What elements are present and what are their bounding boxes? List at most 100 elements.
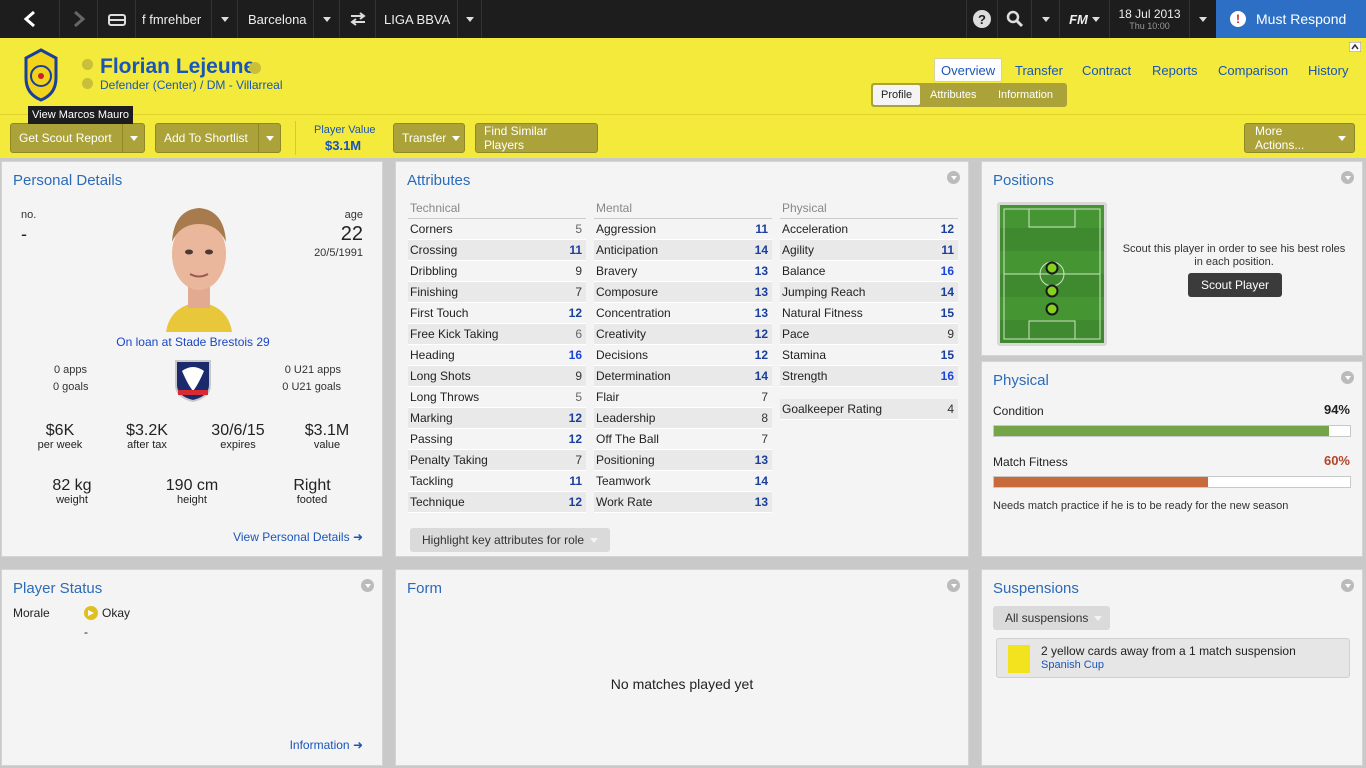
attribute-row[interactable]: Heading 16 <box>408 345 586 366</box>
scout-player-button[interactable]: Scout Player <box>1188 273 1282 297</box>
tab-transfer[interactable]: Transfer <box>1015 63 1063 78</box>
attribute-row[interactable]: First Touch 12 <box>408 303 586 324</box>
attribute-row[interactable]: Technique 12 <box>408 492 586 513</box>
attribute-row[interactable]: Long Shots 9 <box>408 366 586 387</box>
scout-report-dropdown[interactable] <box>122 124 144 152</box>
attribute-row[interactable]: Aggression 11 <box>594 219 772 240</box>
attribute-row[interactable]: Determination 14 <box>594 366 772 387</box>
attribute-row[interactable]: Penalty Taking 7 <box>408 450 586 471</box>
action-toolbar: Get Scout Report Add To Shortlist Player… <box>0 114 1366 158</box>
help-button[interactable]: ? <box>966 0 998 38</box>
attribute-row[interactable]: Jumping Reach 14 <box>780 282 958 303</box>
attribute-row[interactable]: Long Throws 5 <box>408 387 586 408</box>
scout-prompt: Scout this player in order to see his be… <box>1122 243 1346 268</box>
tab-contract[interactable]: Contract <box>1082 63 1131 78</box>
attribute-row[interactable]: Acceleration 12 <box>780 219 958 240</box>
attribute-row[interactable]: Tackling 11 <box>408 471 586 492</box>
attribute-row[interactable]: Decisions 12 <box>594 345 772 366</box>
club-dropdown[interactable] <box>314 0 340 38</box>
subtab-attributes[interactable]: Attributes <box>922 85 984 105</box>
panel-menu-button[interactable] <box>947 171 960 184</box>
attribute-value: 15 <box>940 348 954 362</box>
morale-okay-icon <box>84 606 98 620</box>
panel-menu-button[interactable] <box>1341 579 1354 592</box>
attribute-row[interactable]: Work Rate 13 <box>594 492 772 513</box>
date-display[interactable]: 18 Jul 2013 Thu 10:00 <box>1110 0 1190 38</box>
more-actions-button[interactable]: More Actions... <box>1244 123 1355 153</box>
collapse-icon[interactable] <box>1349 42 1361 52</box>
status-dot[interactable] <box>82 59 93 70</box>
chevron-down-icon <box>364 583 371 588</box>
suspensions-filter-dropdown[interactable]: All suspensions <box>993 606 1111 630</box>
competition-label: LIGA BBVA <box>384 11 451 27</box>
attribute-row[interactable]: Corners 5 <box>408 219 586 240</box>
loan-link[interactable]: On loan at Stade Brestois 29 <box>2 335 384 349</box>
player-name-dropdown[interactable] <box>249 62 261 74</box>
attribute-row[interactable]: Stamina 15 <box>780 345 958 366</box>
transfer-button[interactable]: Transfer <box>393 123 465 153</box>
attribute-row[interactable]: Creativity 12 <box>594 324 772 345</box>
panel-title: Player Status <box>13 580 103 597</box>
shortlist-dropdown[interactable] <box>258 124 280 152</box>
search-dropdown[interactable] <box>1032 0 1060 38</box>
panel-menu-button[interactable] <box>947 579 960 592</box>
find-similar-players-button[interactable]: Find Similar Players <box>475 123 598 153</box>
forward-button[interactable] <box>60 0 98 38</box>
tab-comparison[interactable]: Comparison <box>1218 63 1288 78</box>
add-to-shortlist-button[interactable]: Add To Shortlist <box>155 123 281 153</box>
suspension-item[interactable]: 2 yellow cards away from a 1 match suspe… <box>996 638 1350 678</box>
manager-profile-menu[interactable]: f fmrehber <box>136 0 212 38</box>
attribute-value: 12 <box>754 348 768 362</box>
search-button[interactable] <box>998 0 1032 38</box>
competition-dropdown[interactable] <box>458 0 482 38</box>
fm-menu[interactable]: FM <box>1060 0 1110 38</box>
view-personal-details-link[interactable]: View Personal Details ➜ <box>233 530 363 544</box>
attribute-row[interactable]: Strength 16 <box>780 366 958 387</box>
panel-menu-button[interactable] <box>361 579 374 592</box>
attribute-row[interactable]: Pace 9 <box>780 324 958 345</box>
mental-header: Mental <box>594 201 772 219</box>
subtab-information[interactable]: Information <box>990 85 1061 105</box>
switch-button[interactable] <box>340 0 376 38</box>
attribute-row[interactable]: Agility 11 <box>780 240 958 261</box>
attribute-row[interactable]: Crossing 11 <box>408 240 586 261</box>
attribute-row[interactable]: Teamwork 14 <box>594 471 772 492</box>
attribute-row[interactable]: Bravery 13 <box>594 261 772 282</box>
attribute-row[interactable]: Composure 13 <box>594 282 772 303</box>
attribute-row[interactable]: Natural Fitness 15 <box>780 303 958 324</box>
must-respond-button[interactable]: ! Must Respond <box>1216 0 1366 38</box>
panel-menu-button[interactable] <box>1341 371 1354 384</box>
tab-history[interactable]: History <box>1308 63 1348 78</box>
position-dot[interactable] <box>82 78 93 89</box>
back-button[interactable] <box>0 0 60 38</box>
position-marker-dcm <box>1045 284 1059 298</box>
profile-dropdown[interactable] <box>212 0 238 38</box>
tab-overview-label[interactable]: Overview <box>941 63 995 78</box>
squad-number: - <box>21 224 27 244</box>
chevron-down-icon <box>265 135 274 141</box>
highlight-role-button[interactable]: Highlight key attributes for role <box>410 528 611 552</box>
attribute-row[interactable]: Off The Ball 7 <box>594 429 772 450</box>
attribute-row[interactable]: Dribbling 9 <box>408 261 586 282</box>
attribute-row[interactable]: Flair 7 <box>594 387 772 408</box>
subtab-profile[interactable]: Profile <box>873 85 921 105</box>
attribute-row[interactable]: Balance 16 <box>780 261 958 282</box>
attribute-row[interactable]: Passing 12 <box>408 429 586 450</box>
inbox-button[interactable] <box>98 0 136 38</box>
attribute-row[interactable]: Concentration 13 <box>594 303 772 324</box>
attribute-row[interactable]: Positioning 13 <box>594 450 772 471</box>
attribute-row[interactable]: Free Kick Taking 6 <box>408 324 586 345</box>
attribute-row[interactable]: Leadership 8 <box>594 408 772 429</box>
attribute-row[interactable]: Finishing 7 <box>408 282 586 303</box>
continue-dropdown[interactable] <box>1190 0 1216 38</box>
scout-report-button[interactable]: Get Scout Report <box>10 123 145 153</box>
club-menu[interactable]: Barcelona <box>238 0 314 38</box>
panel-menu-button[interactable] <box>1341 171 1354 184</box>
suspension-competition[interactable]: Spanish Cup <box>1041 659 1104 671</box>
attribute-row[interactable]: Marking 12 <box>408 408 586 429</box>
condition-bar-fill <box>994 426 1329 436</box>
attribute-row[interactable]: Anticipation 14 <box>594 240 772 261</box>
tab-reports[interactable]: Reports <box>1152 63 1198 78</box>
information-link[interactable]: Information ➜ <box>290 738 363 752</box>
competition-menu[interactable]: LIGA BBVA <box>376 0 458 38</box>
